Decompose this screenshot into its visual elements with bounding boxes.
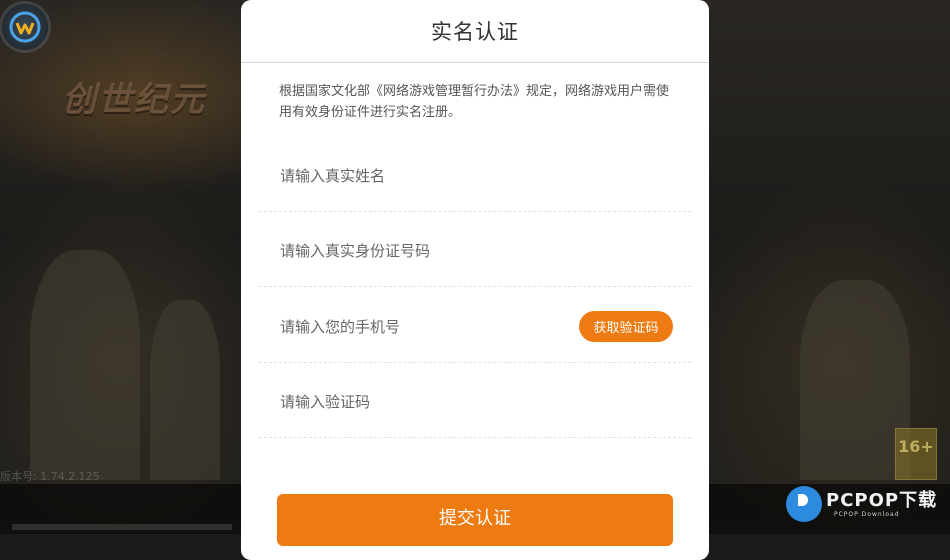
watermark-sub-text: PCPOP Download: [834, 510, 900, 518]
background-castle-left-2: [150, 300, 220, 480]
background-castle-left: [30, 250, 140, 480]
version-text: 版本号: 1.74.2.125: [0, 470, 100, 483]
dialog-header: 实名认证: [241, 0, 709, 63]
background-castle-right: [800, 280, 910, 480]
age-rating-badge: 16+: [895, 428, 937, 480]
id-row: [259, 212, 691, 287]
name-row: [259, 137, 691, 212]
get-code-button[interactable]: 获取验证码: [579, 311, 673, 342]
phone-input[interactable]: [278, 313, 572, 341]
watermark-main-text: PCPOP下载: [826, 489, 938, 511]
pcpop-watermark: PCPOP下载 PCPOP Download: [786, 486, 937, 522]
game-title-logo: 创世纪元: [62, 80, 206, 120]
id-number-input[interactable]: [278, 237, 572, 265]
dialog-title: 实名认证: [431, 20, 519, 44]
code-row: [259, 363, 691, 438]
submit-button[interactable]: 提交认证: [277, 494, 673, 546]
bottom-info-text: [12, 524, 232, 530]
pcpop-logo-icon: [786, 486, 822, 522]
app-logo-icon[interactable]: [2, 4, 48, 50]
app-logo-glyph: [9, 11, 41, 43]
real-name-auth-dialog: 实名认证 根据国家文化部《网络游戏管理暂行办法》规定，网络游戏用户需使用有效身份…: [241, 0, 709, 560]
verification-code-input[interactable]: [278, 388, 572, 416]
phone-row: 获取验证码: [259, 288, 691, 363]
notice-text: 根据国家文化部《网络游戏管理暂行办法》规定，网络游戏用户需使用有效身份证件进行实…: [279, 84, 670, 120]
real-name-input[interactable]: [278, 162, 572, 190]
